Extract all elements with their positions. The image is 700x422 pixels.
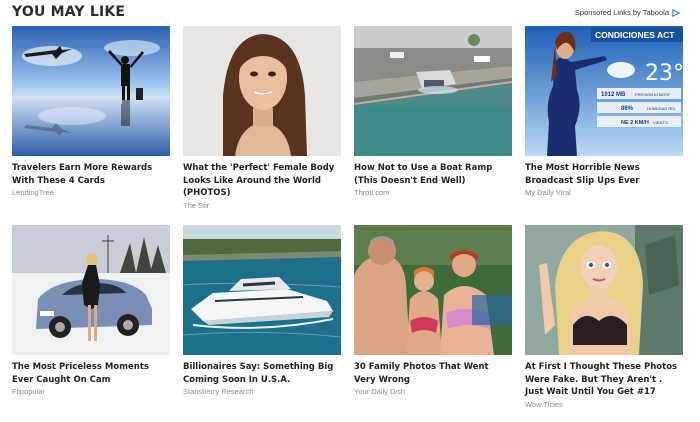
card-thumbnail[interactable]: CONDICIONES ACT 23° 1012 MB PRESION ATMO…	[525, 26, 683, 156]
card-headline[interactable]: Billionaires Say: Something Big Coming S…	[183, 361, 341, 386]
card-branding: Flipopular	[12, 387, 45, 396]
card-thumbnail[interactable]	[525, 225, 683, 355]
doll-photo	[525, 225, 683, 355]
weather-pressure: 1012 MB	[601, 92, 626, 98]
recommendation-card[interactable]: 30 Family Photos That Went Very Wrong Yo…	[354, 225, 512, 396]
card-thumbnail[interactable]	[12, 225, 170, 355]
recommendation-card[interactable]: How Not to Use a Boat Ramp (This Doesn't…	[354, 26, 512, 197]
card-branding: Wow Ticles	[525, 399, 563, 409]
card-thumbnail[interactable]	[183, 225, 341, 355]
weather-wind: NE 2 KM/H	[621, 120, 649, 126]
weather-title: CONDICIONES ACT	[595, 30, 675, 40]
weather-temp: 23°	[645, 61, 683, 86]
car-snow-photo	[12, 225, 170, 355]
card-branding: The Stir	[183, 200, 210, 210]
weather-broadcast-photo: CONDICIONES ACT 23° 1012 MB PRESION ATMO…	[525, 26, 683, 156]
weather-pressure-label: PRESION ATMOSF	[635, 92, 671, 97]
card-headline[interactable]: Travelers Earn More Rewards With These 4…	[12, 162, 170, 187]
card-branding: Your Daily Dish	[354, 387, 405, 396]
sponsored-links-label[interactable]: Sponsored Links by Taboola	[575, 8, 669, 17]
card-headline[interactable]: The Most Horrible News Broadcast Slip Up…	[525, 162, 683, 187]
weather-humidity-label: HUMEDAD REL	[647, 106, 677, 111]
portrait-photo	[183, 26, 341, 156]
card-branding: LendingTree	[12, 188, 54, 197]
card-headline[interactable]: At First I Thought These Photos Were Fak…	[525, 361, 683, 399]
card-branding: Stansberry Research	[183, 387, 254, 396]
recommendation-card[interactable]: What the 'Perfect' Female Body Looks Lik…	[183, 26, 341, 210]
recommendation-card[interactable]: CONDICIONES ACT 23° 1012 MB PRESION ATMO…	[525, 26, 683, 197]
card-headline[interactable]: 30 Family Photos That Went Very Wrong	[354, 361, 512, 386]
weather-humidity: 86%	[621, 106, 634, 112]
widget-header: YOU MAY LIKE Sponsored Links by Taboola	[12, 4, 688, 22]
card-headline[interactable]: How Not to Use a Boat Ramp (This Doesn't…	[354, 162, 512, 187]
card-headline[interactable]: What the 'Perfect' Female Body Looks Lik…	[183, 162, 341, 200]
card-branding: Throti.com	[354, 188, 390, 197]
recommendation-card[interactable]: Travelers Earn More Rewards With These 4…	[12, 26, 170, 197]
section-title: YOU MAY LIKE	[12, 4, 126, 20]
recommendation-card[interactable]: The Most Priceless Moments Ever Caught O…	[12, 225, 170, 396]
card-headline[interactable]: The Most Priceless Moments Ever Caught O…	[12, 361, 170, 386]
boat-ramp-photo	[354, 26, 512, 156]
card-thumbnail[interactable]	[183, 26, 341, 156]
card-thumbnail[interactable]	[12, 26, 170, 156]
card-branding: My Daily Viral	[525, 188, 571, 197]
adchoices-icon[interactable]	[672, 8, 680, 17]
yacht-photo	[183, 225, 341, 355]
travel-photo	[12, 26, 170, 156]
weather-wind-label: VIENTO	[653, 120, 668, 125]
card-thumbnail[interactable]	[354, 225, 512, 355]
sponsored-links[interactable]: Sponsored Links by Taboola	[575, 8, 680, 17]
family-photo	[354, 225, 512, 355]
recommendation-card[interactable]: Billionaires Say: Something Big Coming S…	[183, 225, 341, 396]
recommendation-card[interactable]: At First I Thought These Photos Were Fak…	[525, 225, 683, 409]
card-thumbnail[interactable]	[354, 26, 512, 156]
